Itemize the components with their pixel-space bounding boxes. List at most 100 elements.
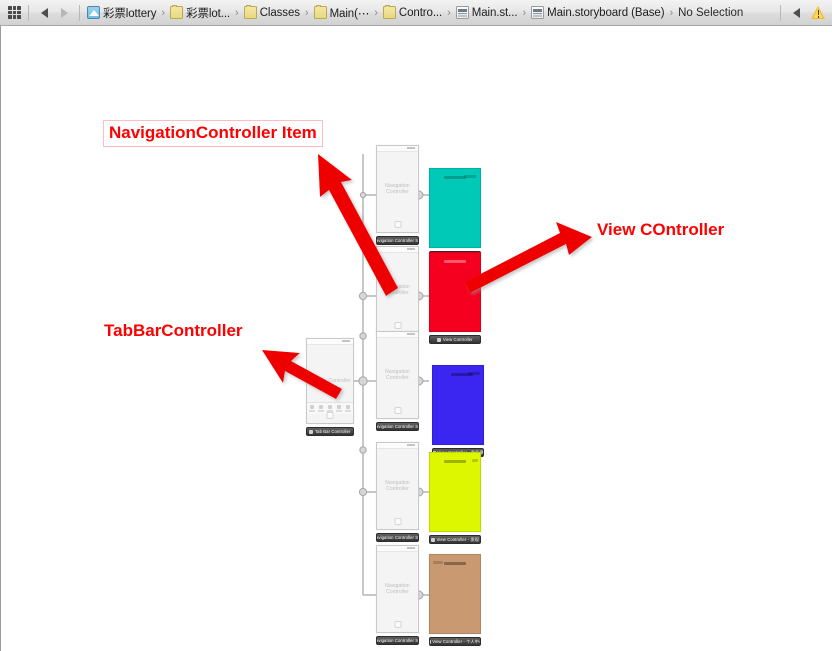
navigation-bar	[430, 560, 480, 568]
nav-title	[444, 561, 466, 565]
breadcrumb-label: Main.st...	[471, 6, 518, 19]
scene-canvas-label: Navigation Controller	[385, 284, 410, 296]
tab-bar-item[interactable]	[317, 405, 324, 412]
divider	[780, 4, 781, 21]
scene-canvas-label: Navigation Controller	[385, 583, 410, 595]
view-controller-canvas[interactable]	[429, 168, 481, 248]
tab-bar-item[interactable]	[336, 405, 343, 412]
breadcrumb-label: Main.storyboard (Base)	[547, 6, 665, 19]
nav-title	[444, 459, 466, 463]
annotation-text: View COntroller	[597, 220, 725, 239]
breadcrumb-item-group-1[interactable]: 彩票lot...	[168, 0, 231, 26]
breadcrumb-label: 彩票lottery	[103, 7, 157, 20]
home-button	[394, 407, 401, 414]
scene-navigation-controller-4[interactable]: Navigation Controller Navigation Control…	[376, 442, 419, 542]
status-bar	[377, 443, 418, 449]
view-controller-icon	[437, 337, 442, 342]
scene-view-controller-3[interactable]: View Controller - 购彩票	[432, 365, 484, 457]
breadcrumb-item-storyboard-file[interactable]: Main.st...	[454, 0, 519, 26]
scene-title: Navigation Controller Scene	[376, 238, 419, 243]
chevron-right-icon: ›	[669, 6, 674, 19]
forward-button[interactable]	[54, 4, 74, 22]
back-button[interactable]	[34, 4, 54, 22]
xcode-window: 彩票lottery › 彩票lot... › Classes › Main(⋯ …	[0, 0, 832, 651]
annotation-tab-bar-controller: TabBarController	[104, 321, 243, 341]
navigation-bar	[430, 174, 480, 182]
breadcrumb-item-classes[interactable]: Classes	[242, 0, 301, 26]
scene-view-controller-4[interactable]: View Controller - 发现	[429, 452, 481, 544]
scene-view-controller-1[interactable]: View Controller - 走势图	[429, 168, 481, 260]
status-bar	[377, 546, 418, 552]
breadcrumb-item-project[interactable]: 彩票lottery	[85, 0, 157, 26]
status-bar	[377, 247, 418, 253]
tab-bar-item[interactable]	[326, 405, 333, 412]
scene-title-bar[interactable]: Navigation Controller Scene	[376, 236, 419, 245]
nav-title	[444, 259, 466, 263]
scene-view-controller-5[interactable]: View Controller - 个人中心	[429, 554, 481, 646]
breadcrumb-item-controllers[interactable]: Contro...	[381, 0, 443, 26]
breadcrumb-label: Classes	[259, 6, 300, 19]
scene-title: View Controller - 发现	[436, 536, 479, 542]
breadcrumb-label: Contro...	[398, 6, 443, 19]
view-controller-canvas[interactable]	[429, 452, 481, 532]
scene-title-bar[interactable]: Navigation Controller Scene	[376, 533, 419, 542]
annotation-text: NavigationController Item	[109, 123, 317, 142]
breadcrumb-item-storyboard-base[interactable]: Main.storyboard (Base)	[529, 0, 665, 26]
scene-tab-bar-controller[interactable]: Tab Bar Controller Tab Bar Controller	[306, 338, 354, 437]
view-controller-canvas[interactable]	[432, 365, 484, 445]
scene-canvas-label: Navigation Controller	[385, 183, 410, 195]
scene-title-bar[interactable]: View Controller - 个人中心	[429, 637, 481, 646]
home-button	[394, 322, 401, 329]
collapse-left-button[interactable]	[786, 4, 806, 22]
nav-controller-canvas[interactable]: Navigation Controller	[376, 145, 419, 233]
chevron-right-icon: ›	[447, 6, 451, 19]
nav-controller-canvas[interactable]: Navigation Controller	[376, 246, 419, 334]
tab-bar-item[interactable]	[345, 405, 352, 412]
scene-title-bar[interactable]: Navigation Controller Scene	[376, 636, 419, 645]
nav-controller-canvas[interactable]: Navigation Controller	[376, 545, 419, 633]
scene-title: View Controller	[442, 337, 473, 342]
breadcrumb-item-main[interactable]: Main(⋯	[312, 0, 371, 26]
scene-navigation-controller-1[interactable]: Navigation Controller Navigation Control…	[376, 145, 419, 245]
navigation-bar	[430, 458, 480, 466]
breadcrumb-label: Main(⋯	[329, 7, 370, 20]
scene-title: Navigation Controller Scene	[376, 638, 419, 643]
scene-title-bar[interactable]: View Controller	[429, 335, 481, 344]
status-bar	[377, 332, 418, 338]
jump-bar-right-controls	[775, 4, 830, 22]
tab-bar-item[interactable]	[308, 405, 315, 412]
chevron-right-icon: ›	[304, 6, 309, 19]
status-bar-items	[468, 372, 480, 375]
view-controller-canvas[interactable]	[429, 554, 481, 634]
scene-title-bar[interactable]: View Controller - 发现	[429, 535, 481, 544]
home-button	[394, 221, 401, 228]
xcodeproj-icon	[87, 6, 100, 19]
status-bar-items	[472, 459, 478, 462]
warning-triangle-icon[interactable]	[811, 5, 826, 20]
status-bar	[307, 339, 353, 345]
navigation-bar	[433, 371, 483, 379]
tab-bar-controller-icon	[309, 429, 314, 434]
scene-navigation-controller-5[interactable]: Navigation Controller Navigation Control…	[376, 545, 419, 645]
nav-controller-canvas[interactable]: Navigation Controller	[376, 442, 419, 530]
scene-title-bar[interactable]: Tab Bar Controller	[306, 427, 354, 436]
folder-icon	[243, 5, 257, 19]
related-items-icon[interactable]	[8, 6, 21, 19]
storyboard-file-icon	[531, 6, 545, 19]
scene-canvas-label: Tab Bar Controller	[308, 378, 352, 384]
tab-bar-controller-canvas[interactable]: Tab Bar Controller	[306, 338, 354, 424]
storyboard-file-icon	[455, 6, 469, 19]
scene-title-bar[interactable]: Navigation Controller Scene	[376, 422, 419, 431]
scene-title: Navigation Controller Scene	[376, 424, 419, 429]
chevron-right-icon: ›	[161, 6, 166, 19]
scene-title: Navigation Controller Scene	[376, 535, 419, 540]
scene-view-controller-2[interactable]: View Controller	[429, 252, 481, 344]
folder-icon	[170, 5, 184, 19]
annotation-navigation-controller-item: NavigationController Item	[103, 120, 323, 147]
scene-navigation-controller-3[interactable]: Navigation Controller Navigation Control…	[376, 331, 419, 431]
breadcrumb-no-selection[interactable]: No Selection	[678, 7, 743, 19]
scene-canvas-label: Navigation Controller	[385, 369, 410, 381]
nav-controller-canvas[interactable]: Navigation Controller	[376, 331, 419, 419]
folder-icon	[382, 5, 396, 19]
view-controller-canvas[interactable]	[429, 252, 481, 332]
